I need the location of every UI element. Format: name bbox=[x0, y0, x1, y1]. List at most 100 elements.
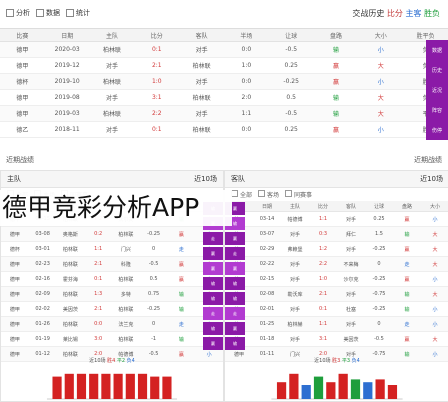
table-cell: -0.5 bbox=[285, 46, 298, 53]
side-tab[interactable]: 伤停 bbox=[432, 127, 442, 134]
table-row[interactable]: 德甲02-01对手0:1杜塞-0.25输小 bbox=[225, 302, 448, 317]
panel-range-select[interactable]: 近10场 bbox=[194, 174, 217, 184]
chart-bar bbox=[387, 385, 398, 399]
panel-range-select[interactable]: 近10场 bbox=[420, 174, 443, 184]
panel-title: 客队 bbox=[231, 175, 245, 183]
filter-option[interactable]: 全部 bbox=[231, 189, 252, 199]
table-row[interactable]: 德甲02-08勒沃库2:1对手-0.75输大 bbox=[225, 287, 448, 302]
table-cell: 对手 bbox=[195, 47, 208, 54]
table-row[interactable]: 德甲01-19莱比锡3:0柏林联-1输大 bbox=[1, 332, 223, 347]
result-tag[interactable]: 赢 bbox=[225, 262, 245, 275]
checkbox-icon[interactable] bbox=[66, 9, 74, 17]
checkbox-icon[interactable] bbox=[258, 189, 266, 197]
checkbox-icon[interactable] bbox=[6, 9, 14, 17]
table-cell: 3:1 bbox=[318, 336, 328, 342]
table-row[interactable]: 德甲03-07对手0:3拜仁1.5输大 bbox=[225, 227, 448, 242]
table-row[interactable]: 德甲01-26柏林联0:0法兰克0走小 bbox=[1, 317, 223, 332]
table-cell: 德甲 bbox=[16, 95, 29, 102]
table-cell: 杜塞 bbox=[345, 306, 356, 313]
table-row[interactable]: 德杯2019-10柏林联1:0对手0:0-0.25赢小胜 bbox=[0, 74, 448, 90]
column-header: 胜平负 bbox=[416, 32, 435, 40]
away-recent-table: 比赛日期主队比分客队让球盘路大小 德甲03-14帕德博1:1对手0.25赢小德甲… bbox=[225, 201, 448, 362]
result-tag[interactable]: 输 bbox=[203, 277, 223, 290]
side-tab[interactable]: 数据 bbox=[432, 47, 442, 54]
table-row[interactable]: 德甲2019-08对手3:1柏林联2:00.5输大负 bbox=[0, 90, 448, 106]
result-tag[interactable]: 赢 bbox=[203, 262, 223, 275]
table-row[interactable]: 德甲02-23柏林联2:1科隆-0.5赢大 bbox=[1, 257, 223, 272]
side-tab[interactable]: 近况 bbox=[432, 87, 442, 94]
table-cell: 柏林联 bbox=[102, 111, 121, 118]
table-row[interactable]: 德甲02-09柏林联1:3多特0.75输大 bbox=[1, 287, 223, 302]
table-row[interactable]: 德甲2019-12对手2:1柏林联1:00.25赢大负 bbox=[0, 58, 448, 74]
table-cell: 大 bbox=[432, 336, 438, 343]
column-header: 客队 bbox=[195, 32, 208, 40]
table-cell: 德甲 bbox=[16, 111, 29, 118]
table-cell: 赢 bbox=[404, 246, 410, 253]
table-cell: 德杯 bbox=[9, 246, 20, 253]
table-row[interactable]: 德甲03-14帕德博1:1对手0.25赢小 bbox=[225, 212, 448, 227]
table-cell: 02-22 bbox=[259, 261, 275, 267]
table-cell: 0:2 bbox=[94, 231, 103, 237]
app-page: 分析 数据 统计 交战历史 比分 主客 胜负 比赛 日期 主队 比分 客队 半场 让球 盘路大… bbox=[0, 0, 448, 402]
top-filter-2[interactable]: 数据 bbox=[36, 8, 60, 18]
top-filter-3[interactable]: 统计 bbox=[66, 8, 90, 18]
table-cell: 2020-03 bbox=[54, 46, 80, 53]
table-row[interactable]: 德甲2020-03柏林联0:1对手0:0-0.5输小负 bbox=[0, 42, 448, 58]
column-header: 客队 bbox=[345, 203, 356, 210]
table-cell: 0 bbox=[152, 246, 156, 252]
chart-bar bbox=[76, 373, 87, 399]
table-row[interactable]: 德甲2019-03柏林联2:2对手1:1-0.5输大平 bbox=[0, 106, 448, 122]
table-row[interactable]: 德甲02-15对手1:0沙尔克-0.25赢小 bbox=[225, 272, 448, 287]
table-row[interactable]: 德甲02-16霍芬海0:1柏林联0.5赢小 bbox=[1, 272, 223, 287]
table-cell: 柏林联 bbox=[118, 276, 134, 283]
table-cell: 帕德博 bbox=[287, 216, 303, 223]
table-row[interactable]: 德甲02-02美因茨2:1柏林联-0.25输大 bbox=[1, 302, 223, 317]
table-cell: 0.25 bbox=[373, 216, 385, 222]
legend-prefix: 近10场 bbox=[314, 358, 333, 364]
watermark-caption: 德甲竞彩分析APP bbox=[0, 190, 232, 226]
filter-option[interactable]: 客场 bbox=[258, 189, 279, 199]
result-tag[interactable]: 输 bbox=[225, 292, 245, 305]
chart-bar bbox=[150, 376, 160, 399]
table-row[interactable]: 德甲02-29弗赖堡1:2对手-0.25赢大 bbox=[225, 242, 448, 257]
column-header: 半场 bbox=[240, 32, 253, 40]
table-cell: -0.5 bbox=[285, 110, 298, 117]
table-row[interactable]: 德甲03-08奥格斯0:2柏林联-0.25赢小 bbox=[1, 227, 223, 242]
chart-bar bbox=[375, 379, 385, 399]
result-tag[interactable]: 输 bbox=[225, 277, 245, 290]
table-row[interactable]: 德甲01-18对手3:1美因茨-0.5赢大 bbox=[225, 332, 448, 347]
table-cell: 对手 bbox=[345, 246, 356, 253]
top-filter-1[interactable]: 分析 bbox=[6, 8, 30, 18]
table-cell: 小 bbox=[432, 321, 438, 328]
table-row[interactable]: 德乙2018-11对手0:1柏林联0:00.25赢小胜 bbox=[0, 122, 448, 138]
checkbox-icon[interactable] bbox=[231, 189, 238, 197]
checkbox-icon[interactable] bbox=[285, 189, 293, 197]
result-tag[interactable]: 走 bbox=[225, 247, 245, 260]
checkbox-icon[interactable] bbox=[36, 9, 44, 17]
result-tag[interactable]: 走 bbox=[203, 307, 223, 320]
side-tab[interactable]: 历史 bbox=[432, 67, 442, 74]
side-tab[interactable]: 阵容 bbox=[432, 107, 442, 114]
table-cell: 赢 bbox=[404, 216, 410, 223]
result-tag[interactable]: 赢 bbox=[203, 337, 223, 350]
result-tag[interactable]: 输 bbox=[203, 322, 223, 335]
result-tag[interactable]: 赢 bbox=[225, 322, 245, 335]
filter-option[interactable]: 同赛事 bbox=[285, 189, 312, 199]
table-row[interactable]: 德杯03-01柏林联1:1门兴0走小 bbox=[1, 242, 223, 257]
table-row[interactable]: 德甲01-25柏林赫1:1对手0走小 bbox=[225, 317, 448, 332]
result-tag[interactable]: 赢 bbox=[225, 232, 245, 245]
result-tag[interactable]: 赢 bbox=[203, 247, 223, 260]
result-tag[interactable]: 输 bbox=[203, 292, 223, 305]
history-table-body: 德甲2020-03柏林联0:1对手0:0-0.5输小负德甲2019-12对手2:… bbox=[0, 42, 448, 138]
table-row[interactable]: 德杯02-22对手2:2不来梅0走大 bbox=[225, 257, 448, 272]
legend-part: 比分 bbox=[384, 8, 403, 18]
top-filter-group: 分析 数据 统计 bbox=[0, 8, 90, 18]
result-tag[interactable]: 走 bbox=[203, 232, 223, 245]
result-tag[interactable]: 输 bbox=[225, 337, 245, 350]
table-cell: 柏林联 bbox=[192, 63, 211, 70]
table-cell: 对手 bbox=[105, 63, 118, 70]
table-cell: 2019-10 bbox=[54, 78, 80, 85]
table-cell: 2019-03 bbox=[54, 110, 80, 117]
result-tag[interactable]: 走 bbox=[225, 307, 245, 320]
column-header: 让球 bbox=[285, 32, 298, 40]
